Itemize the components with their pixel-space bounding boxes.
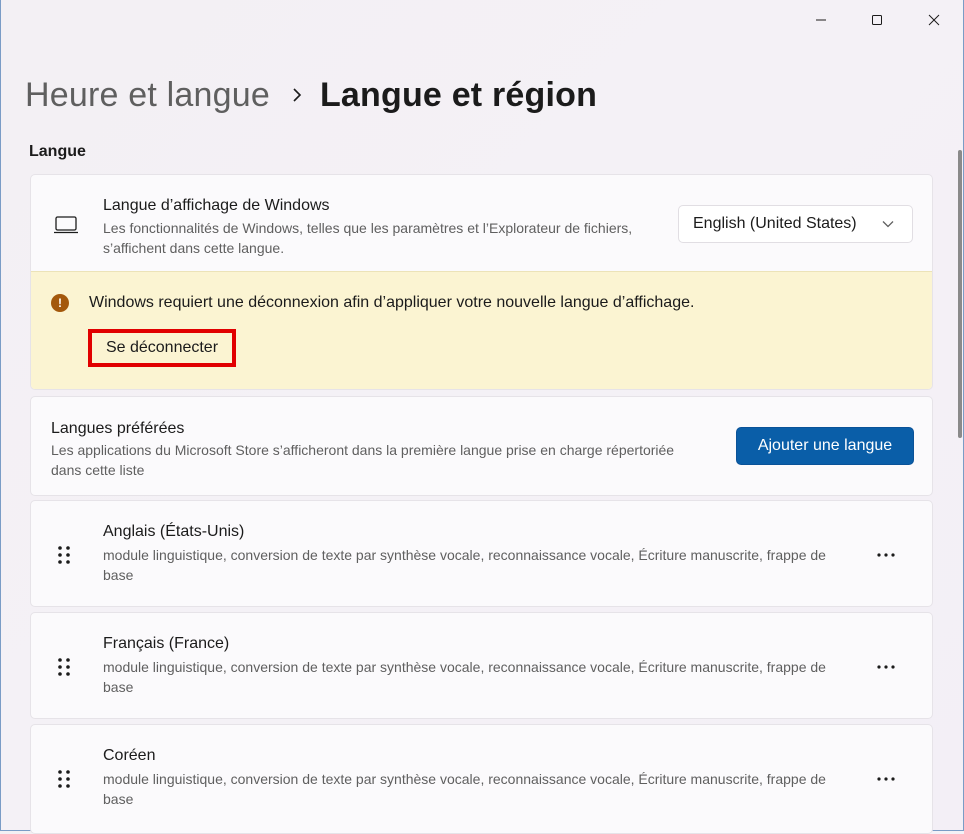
display-language-description: Les fonctionnalités de Windows, telles q…	[103, 220, 633, 256]
signout-warning-banner: ! Windows requiert une déconnexion afin …	[31, 271, 932, 389]
more-icon	[877, 777, 895, 781]
drag-handle-icon[interactable]	[57, 657, 71, 682]
vertical-scrollbar[interactable]	[958, 150, 962, 438]
title-bar	[1, 0, 963, 40]
display-language-selected: English (United States)	[693, 215, 857, 232]
display-language-dropdown[interactable]: English (United States)	[678, 205, 913, 243]
preferred-languages-card: Langues préférées Les applications du Mi…	[30, 396, 933, 496]
more-options-button[interactable]	[871, 767, 901, 791]
sign-out-button[interactable]: Se déconnecter	[88, 329, 236, 367]
language-item[interactable]: Coréen module linguistique, conversion d…	[30, 724, 933, 834]
maximize-icon	[872, 15, 882, 25]
language-features: module linguistique, conversion de texte…	[103, 547, 826, 583]
breadcrumb-parent-link[interactable]: Heure et langue	[25, 76, 270, 115]
language-name: Anglais (États-Unis)	[103, 523, 245, 540]
display-language-title: Langue d’affichage de Windows	[103, 197, 330, 214]
close-icon	[928, 14, 940, 26]
maximize-button[interactable]	[854, 0, 900, 40]
preferred-languages-title: Langues préférées	[51, 420, 185, 437]
more-options-button[interactable]	[871, 655, 901, 679]
chevron-down-icon	[882, 221, 894, 228]
drag-handle-icon[interactable]	[57, 769, 71, 794]
close-button[interactable]	[911, 0, 957, 40]
monitor-icon	[53, 215, 79, 240]
display-language-card: Langue d’affichage de Windows Les foncti…	[30, 174, 933, 390]
language-item[interactable]: Français (France) module linguistique, c…	[30, 612, 933, 719]
more-icon	[877, 553, 895, 557]
page-title: Langue et région	[319, 75, 598, 114]
language-name: Coréen	[103, 747, 156, 764]
language-features: module linguistique, conversion de texte…	[103, 659, 826, 695]
display-language-row: Langue d’affichage de Windows Les foncti…	[31, 175, 932, 271]
language-name: Français (France)	[103, 635, 230, 652]
more-icon	[877, 665, 895, 669]
preferred-languages-description: Les applications du Microsoft Store s’af…	[51, 442, 675, 478]
breadcrumb: Heure et langue Langue et région	[25, 70, 597, 120]
warning-icon: !	[51, 294, 69, 312]
language-item[interactable]: Anglais (États-Unis) module linguistique…	[30, 500, 933, 607]
chevron-right-icon	[292, 87, 302, 103]
warning-text: Windows requiert une déconnexion afin d’…	[89, 294, 695, 311]
add-language-button[interactable]: Ajouter une langue	[736, 427, 914, 465]
minimize-button[interactable]	[798, 0, 844, 40]
more-options-button[interactable]	[871, 543, 901, 567]
section-title-langue: Langue	[29, 143, 86, 160]
drag-handle-icon[interactable]	[57, 545, 71, 570]
language-features: module linguistique, conversion de texte…	[103, 771, 826, 807]
minimize-icon	[816, 19, 826, 21]
